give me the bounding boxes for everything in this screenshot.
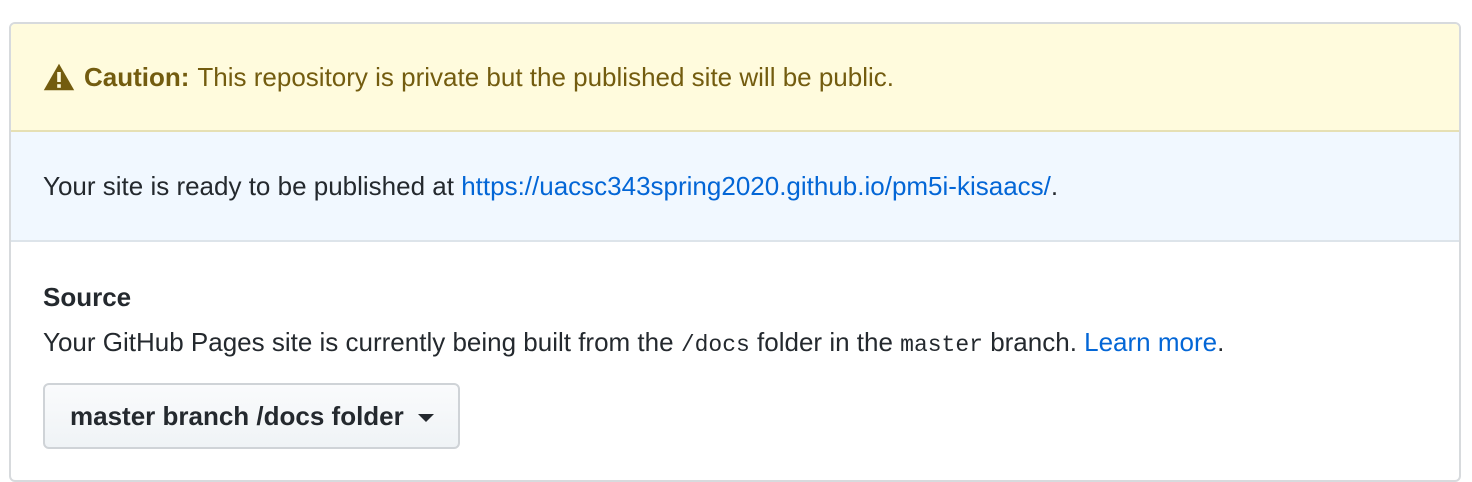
alert-icon xyxy=(43,63,75,91)
published-info-flash: Your site is ready to be published at ht… xyxy=(11,132,1459,242)
caution-flash: Caution: This repository is private but … xyxy=(11,24,1459,132)
caution-label: Caution: xyxy=(84,61,190,92)
folder-code: /docs xyxy=(680,332,750,358)
info-suffix: . xyxy=(1050,170,1059,201)
source-desc-part3: branch. xyxy=(982,327,1085,357)
source-select-label: master branch /docs folder xyxy=(70,400,404,431)
source-description: Your GitHub Pages site is currently bein… xyxy=(43,324,1427,363)
source-desc-end: . xyxy=(1217,327,1225,357)
caution-text: This repository is private but the publi… xyxy=(197,61,894,92)
learn-more-link[interactable]: Learn more xyxy=(1084,327,1217,357)
source-select-button[interactable]: master branch /docs folder xyxy=(43,383,460,449)
info-prefix: Your site is ready to be published at xyxy=(43,170,462,201)
caret-down-icon xyxy=(417,414,434,422)
github-pages-panel: Caution: This repository is private but … xyxy=(9,22,1461,482)
source-desc-part2: folder in the xyxy=(749,327,901,357)
source-desc-part1: Your GitHub Pages site is currently bein… xyxy=(43,327,681,357)
source-heading: Source xyxy=(43,282,132,312)
site-url-link[interactable]: https://uacsc343spring2020.github.io/pm5… xyxy=(461,171,1051,202)
branch-code: master xyxy=(900,332,983,358)
source-section: Source Your GitHub Pages site is current… xyxy=(11,242,1459,449)
